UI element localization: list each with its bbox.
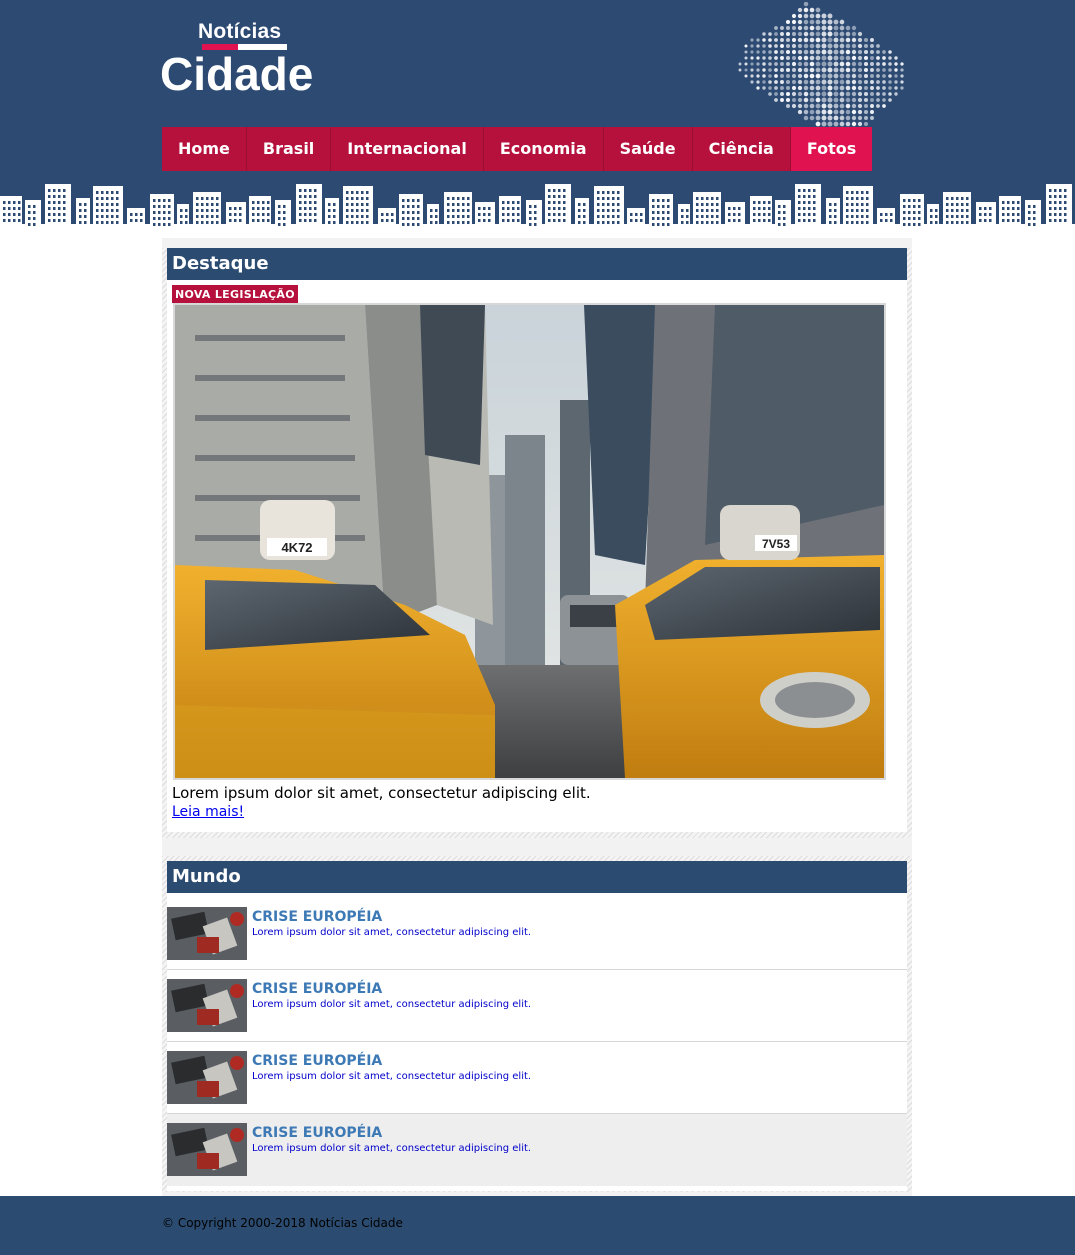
world-panel: Mundo CRISE EUROPÉIA Lorem ipsum dolor s… bbox=[162, 856, 912, 1192]
nav-item-ciencia[interactable]: Ciência bbox=[693, 127, 791, 171]
desk-photo-thumbnail bbox=[167, 907, 247, 960]
logo-top-text: Notícias bbox=[198, 20, 281, 44]
news-title[interactable]: CRISE EUROPÉIA bbox=[252, 1125, 382, 1141]
desk-photo-thumbnail bbox=[167, 1051, 247, 1104]
news-item[interactable]: CRISE EUROPÉIA Lorem ipsum dolor sit ame… bbox=[167, 898, 907, 970]
news-thumbnail[interactable] bbox=[167, 1051, 247, 1104]
news-title[interactable]: CRISE EUROPÉIA bbox=[252, 1053, 382, 1069]
featured-image[interactable]: 4K72 7V53 bbox=[173, 303, 886, 780]
main-content: Destaque NOVA LEGISLAÇÃO 4K72 7V53 Lorem… bbox=[162, 238, 912, 1196]
news-summary: Lorem ipsum dolor sit amet, consectetur … bbox=[252, 999, 531, 1010]
news-summary: Lorem ipsum dolor sit amet, consectetur … bbox=[252, 1143, 531, 1154]
news-item[interactable]: CRISE EUROPÉIA Lorem ipsum dolor sit ame… bbox=[167, 1114, 907, 1186]
featured-panel: Destaque NOVA LEGISLAÇÃO 4K72 7V53 Lorem… bbox=[162, 248, 912, 838]
main-nav: Home Brasil Internacional Economia Saúde… bbox=[162, 127, 872, 171]
site-footer: © Copyright 2000-2018 Notícias Cidade bbox=[0, 1196, 1075, 1255]
taxi-street-photo: 4K72 7V53 bbox=[175, 305, 884, 778]
footer-copyright: © Copyright 2000-2018 Notícias Cidade bbox=[162, 1216, 403, 1230]
news-title[interactable]: CRISE EUROPÉIA bbox=[252, 981, 382, 997]
news-thumbnail[interactable] bbox=[167, 1123, 247, 1176]
news-item[interactable]: CRISE EUROPÉIA Lorem ipsum dolor sit ame… bbox=[167, 1042, 907, 1114]
city-skyline-decoration bbox=[0, 178, 1075, 230]
nav-item-fotos[interactable]: Fotos bbox=[791, 127, 872, 171]
nav-item-brasil[interactable]: Brasil bbox=[247, 127, 331, 171]
news-summary: Lorem ipsum dolor sit amet, consectetur … bbox=[252, 1071, 531, 1082]
featured-tag-badge: NOVA LEGISLAÇÃO bbox=[172, 285, 298, 303]
world-section-title: Mundo bbox=[167, 861, 907, 893]
featured-section-title: Destaque bbox=[167, 248, 907, 280]
nav-item-saude[interactable]: Saúde bbox=[604, 127, 693, 171]
read-more-link[interactable]: Leia mais! bbox=[172, 804, 244, 820]
desk-photo-thumbnail bbox=[167, 979, 247, 1032]
news-title[interactable]: CRISE EUROPÉIA bbox=[252, 909, 382, 925]
news-thumbnail[interactable] bbox=[167, 979, 247, 1032]
news-summary: Lorem ipsum dolor sit amet, consectetur … bbox=[252, 927, 531, 938]
news-item[interactable]: CRISE EUROPÉIA Lorem ipsum dolor sit ame… bbox=[167, 970, 907, 1042]
site-header: Notícias Cidade Home Brasil Internaciona… bbox=[0, 0, 1075, 230]
featured-caption: Lorem ipsum dolor sit amet, consectetur … bbox=[172, 784, 591, 802]
nav-item-home[interactable]: Home bbox=[162, 127, 247, 171]
nav-item-internacional[interactable]: Internacional bbox=[331, 127, 484, 171]
right-taxi-plate: 7V53 bbox=[762, 537, 790, 551]
nav-item-economia[interactable]: Economia bbox=[484, 127, 604, 171]
news-thumbnail[interactable] bbox=[167, 907, 247, 960]
site-logo[interactable]: Notícias Cidade bbox=[160, 18, 330, 98]
logo-main-text: Cidade bbox=[160, 48, 313, 100]
desk-photo-thumbnail bbox=[167, 1123, 247, 1176]
left-taxi-plate: 4K72 bbox=[281, 540, 312, 555]
